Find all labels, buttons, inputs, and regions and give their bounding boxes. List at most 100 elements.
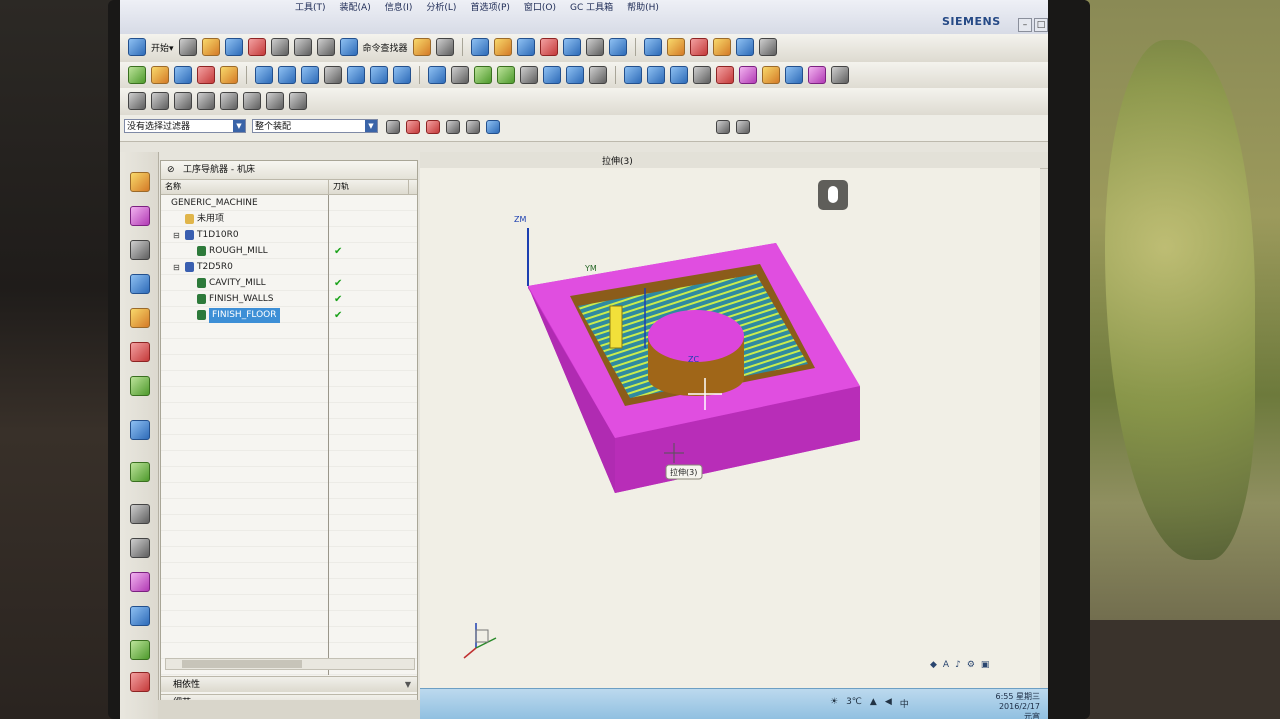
create-program-icon[interactable] <box>128 66 146 84</box>
geometry-view-icon[interactable] <box>301 66 319 84</box>
verify-icon[interactable] <box>735 38 754 56</box>
start-button[interactable]: 开始▾ <box>151 41 174 54</box>
snap-center-icon[interactable] <box>446 120 460 134</box>
dependencies-panel[interactable]: 相依性 ▼ <box>161 676 417 692</box>
tree-row[interactable]: CAVITY_MILL ✔ <box>161 276 411 291</box>
selection-filter-dropdown[interactable]: 没有选择过滤器 ▼ <box>124 119 246 133</box>
tree-row[interactable]: GENERIC_MACHINE <box>161 196 411 211</box>
marker-icon[interactable] <box>808 66 826 84</box>
unblank-icon[interactable] <box>693 66 711 84</box>
part-icon[interactable] <box>643 38 662 56</box>
selection-icon[interactable] <box>412 38 431 56</box>
assembly-nav-icon[interactable] <box>736 120 750 134</box>
undo-icon[interactable] <box>316 38 335 56</box>
analysis-icon[interactable] <box>716 66 734 84</box>
command-finder-button[interactable]: 命令查找器 <box>363 41 408 54</box>
templates-tab-icon[interactable] <box>130 538 150 558</box>
palette-tab-icon[interactable] <box>130 572 150 592</box>
expand-toggle-icon[interactable]: ⊟ <box>173 260 180 275</box>
column-header-name[interactable]: 名称 <box>161 180 329 194</box>
tree-row[interactable]: ⊟ T1D10R0 <box>161 228 411 243</box>
orient-icon[interactable] <box>539 38 558 56</box>
wcs-icon[interactable] <box>608 38 627 56</box>
delete-icon[interactable] <box>831 66 849 84</box>
method-view-icon[interactable] <box>324 66 342 84</box>
clipboard-icon[interactable] <box>543 66 561 84</box>
cut-icon[interactable] <box>247 38 266 56</box>
menu-preferences[interactable]: 首选项(P) <box>470 0 509 16</box>
assembly-icon[interactable] <box>666 38 685 56</box>
replay-toolpath-icon[interactable] <box>370 66 388 84</box>
volume-icon[interactable]: ◀ <box>885 697 892 710</box>
clock[interactable]: 6:55 星期三 2016/2/17 元宵 <box>995 692 1040 719</box>
select-box-icon[interactable] <box>466 120 480 134</box>
menu-analysis[interactable]: 分析(L) <box>426 0 456 16</box>
tree-row[interactable]: ROUGH_MILL ✔ <box>161 244 411 259</box>
expand-toggle-icon[interactable]: ⊟ <box>173 228 180 243</box>
list-toolpath-icon[interactable] <box>393 66 411 84</box>
object-icon[interactable] <box>589 66 607 84</box>
command-finder-icon[interactable] <box>339 38 358 56</box>
shop-doc-icon[interactable] <box>497 66 515 84</box>
hidden-line-icon[interactable] <box>174 92 192 110</box>
menu-gc-toolbox[interactable]: GC 工具箱 <box>570 0 613 16</box>
graphics-window[interactable]: ZM YM ZC 拉伸(3) <box>420 168 1040 688</box>
menu-window[interactable]: 窗口(O) <box>524 0 556 16</box>
measure-icon[interactable] <box>758 38 777 56</box>
gear-icon[interactable] <box>689 38 708 56</box>
menu-help[interactable]: 帮助(H) <box>627 0 659 16</box>
assembly-navigator-tab-icon[interactable] <box>130 172 150 192</box>
history-tab-icon[interactable] <box>130 462 150 482</box>
copy-icon[interactable] <box>270 38 289 56</box>
system-scenes-tab-icon[interactable] <box>130 640 150 660</box>
simulate-icon[interactable] <box>451 66 469 84</box>
scrollbar-thumb[interactable] <box>182 660 302 668</box>
search-icon[interactable] <box>762 66 780 84</box>
snap-endpoint-icon[interactable] <box>406 120 420 134</box>
create-geometry-icon[interactable] <box>174 66 192 84</box>
network-icon[interactable]: ▲ <box>870 697 877 710</box>
layer-icon[interactable] <box>562 38 581 56</box>
minimize-button[interactable]: – <box>1018 18 1032 32</box>
select-body-icon[interactable] <box>486 120 500 134</box>
reuse-library-tab-icon[interactable] <box>130 342 150 362</box>
open-folder-icon[interactable] <box>201 38 220 56</box>
face-analysis-icon[interactable] <box>220 92 238 110</box>
assembly-tool-icon[interactable] <box>716 120 730 134</box>
column-header-path[interactable]: 刀轨 <box>329 180 409 194</box>
output-cls-icon[interactable] <box>520 66 538 84</box>
tree-row[interactable]: 未用项 <box>161 212 411 227</box>
view-icon[interactable] <box>470 38 489 56</box>
web-browser-tab-icon[interactable] <box>130 420 150 440</box>
menu-tools[interactable]: 工具(T) <box>295 0 326 16</box>
new-file-icon[interactable] <box>178 38 197 56</box>
snap-point-icon[interactable] <box>386 120 400 134</box>
clipping-icon[interactable] <box>289 92 307 110</box>
status-icon-5[interactable]: ▣ <box>981 660 990 670</box>
create-method-icon[interactable] <box>197 66 215 84</box>
create-operation-icon[interactable] <box>220 66 238 84</box>
verify-toolpath-icon[interactable] <box>428 66 446 84</box>
tree-row[interactable]: FINISH_FLOOR ✔ <box>161 308 411 323</box>
start-icon[interactable] <box>128 38 146 56</box>
machine-navigator-tab-icon[interactable] <box>130 308 150 328</box>
create-tool-icon[interactable] <box>151 66 169 84</box>
tool-icon[interactable] <box>712 38 731 56</box>
part-navigator-tab-icon[interactable] <box>130 240 150 260</box>
edit-display-icon[interactable] <box>624 66 642 84</box>
menu-info[interactable]: 信息(I) <box>385 0 413 16</box>
display-mode-icon[interactable] <box>647 66 665 84</box>
tool-view-icon[interactable] <box>278 66 296 84</box>
snap-midpoint-icon[interactable] <box>426 120 440 134</box>
status-icon-3[interactable]: ♪ <box>955 660 961 670</box>
link-icon[interactable] <box>785 66 803 84</box>
studio-icon[interactable] <box>197 92 215 110</box>
postprocess-icon[interactable] <box>474 66 492 84</box>
translucency-icon[interactable] <box>266 92 284 110</box>
roles-tab-icon[interactable] <box>130 606 150 626</box>
hd3d-tab-icon[interactable] <box>130 376 150 396</box>
operation-navigator-tab-icon[interactable] <box>130 274 150 294</box>
window-icon[interactable] <box>435 38 454 56</box>
shade-icon[interactable] <box>585 38 604 56</box>
clock-icon[interactable] <box>130 504 150 524</box>
